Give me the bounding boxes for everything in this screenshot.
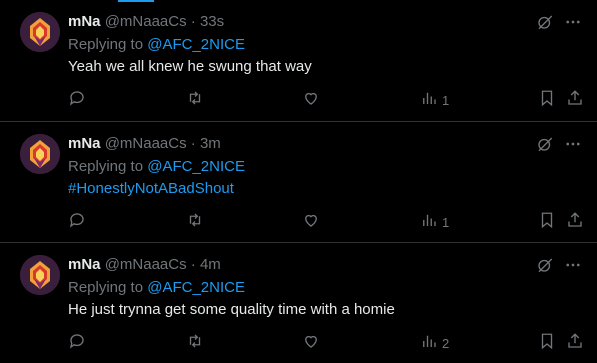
user-handle[interactable]: @mNaaaCs: [105, 135, 187, 152]
like-button[interactable]: [302, 210, 320, 234]
replying-to-line: Replying to @AFC_2NICE: [68, 157, 245, 177]
avatar[interactable]: [20, 255, 60, 295]
bookmark-button[interactable]: [538, 331, 556, 355]
bookmark-icon: [538, 332, 556, 355]
reply-icon: [68, 332, 86, 355]
user-handle[interactable]: @mNaaaCs: [105, 13, 187, 30]
views-count: 1: [442, 214, 450, 230]
reply-button[interactable]: [68, 88, 86, 112]
share-button[interactable]: [566, 88, 584, 112]
bookmark-icon: [538, 89, 556, 112]
separator-dot: ·: [190, 135, 196, 152]
views-count: 1: [442, 92, 450, 108]
like-icon: [302, 211, 320, 234]
replying-to-mention[interactable]: @AFC_2NICE: [147, 158, 245, 175]
replying-prefix: Replying to: [68, 158, 148, 175]
views-icon: [420, 89, 438, 112]
bookmark-button[interactable]: [538, 88, 556, 112]
replying-prefix: Replying to: [68, 36, 148, 53]
avatar[interactable]: [20, 134, 60, 174]
share-button[interactable]: [566, 210, 584, 234]
retweet-button[interactable]: [186, 88, 204, 112]
tweet-header: mNa @mNaaaCs · 33s: [68, 12, 224, 32]
tweet-actions: 1: [68, 88, 588, 112]
tweet-text: He just trynna get some quality time wit…: [68, 301, 395, 318]
display-name[interactable]: mNa: [68, 256, 101, 273]
like-button[interactable]: [302, 88, 320, 112]
timestamp[interactable]: 4m: [200, 256, 221, 273]
user-handle[interactable]: @mNaaaCs: [105, 256, 187, 273]
tweet-actions: 1: [68, 210, 588, 234]
views-count: 2: [442, 335, 450, 351]
more-icon[interactable]: [563, 134, 583, 154]
separator-dot: ·: [190, 13, 196, 30]
tweet-header: mNa @mNaaaCs · 3m: [68, 134, 221, 154]
retweet-button[interactable]: [186, 331, 204, 355]
reply-icon: [68, 89, 86, 112]
tweet[interactable]: mNa @mNaaaCs · 4m Replying to @AFC_2NICE…: [0, 243, 597, 363]
avatar[interactable]: [20, 12, 60, 52]
reply-button[interactable]: [68, 210, 86, 234]
share-icon: [566, 211, 584, 234]
retweet-icon: [186, 89, 204, 112]
tweet-text: Yeah we all knew he swung that way: [68, 58, 312, 75]
tweet-actions: 2: [68, 331, 588, 355]
replying-to-line: Replying to @AFC_2NICE: [68, 35, 245, 55]
grok-icon[interactable]: [535, 255, 555, 275]
grok-icon[interactable]: [535, 134, 555, 154]
tweet[interactable]: mNa @mNaaaCs · 3m Replying to @AFC_2NICE…: [0, 122, 597, 243]
share-button[interactable]: [566, 331, 584, 355]
views-button[interactable]: 1: [420, 210, 449, 234]
like-icon: [302, 332, 320, 355]
tweet[interactable]: mNa @mNaaaCs · 33s Replying to @AFC_2NIC…: [0, 0, 597, 122]
replying-to-mention[interactable]: @AFC_2NICE: [147, 36, 245, 53]
bookmark-button[interactable]: [538, 210, 556, 234]
views-button[interactable]: 1: [420, 88, 449, 112]
separator-dot: ·: [190, 256, 196, 273]
timestamp[interactable]: 33s: [200, 13, 224, 30]
reply-feed: mNa @mNaaaCs · 33s Replying to @AFC_2NIC…: [0, 0, 597, 363]
retweet-icon: [186, 332, 204, 355]
like-button[interactable]: [302, 331, 320, 355]
bookmark-icon: [538, 211, 556, 234]
views-icon: [420, 332, 438, 355]
more-icon[interactable]: [563, 12, 583, 32]
tweet-header: mNa @mNaaaCs · 4m: [68, 255, 221, 275]
replying-to-line: Replying to @AFC_2NICE: [68, 278, 245, 298]
replying-to-mention[interactable]: @AFC_2NICE: [147, 279, 245, 296]
retweet-icon: [186, 211, 204, 234]
retweet-button[interactable]: [186, 210, 204, 234]
like-icon: [302, 89, 320, 112]
timestamp[interactable]: 3m: [200, 135, 221, 152]
share-icon: [566, 89, 584, 112]
reply-icon: [68, 211, 86, 234]
views-button[interactable]: 2: [420, 331, 449, 355]
replying-prefix: Replying to: [68, 279, 148, 296]
reply-button[interactable]: [68, 331, 86, 355]
views-icon: [420, 211, 438, 234]
share-icon: [566, 332, 584, 355]
tweet-hashtag[interactable]: #HonestlyNotABadShout: [68, 179, 234, 199]
more-icon[interactable]: [563, 255, 583, 275]
display-name[interactable]: mNa: [68, 135, 101, 152]
grok-icon[interactable]: [535, 12, 555, 32]
display-name[interactable]: mNa: [68, 13, 101, 30]
